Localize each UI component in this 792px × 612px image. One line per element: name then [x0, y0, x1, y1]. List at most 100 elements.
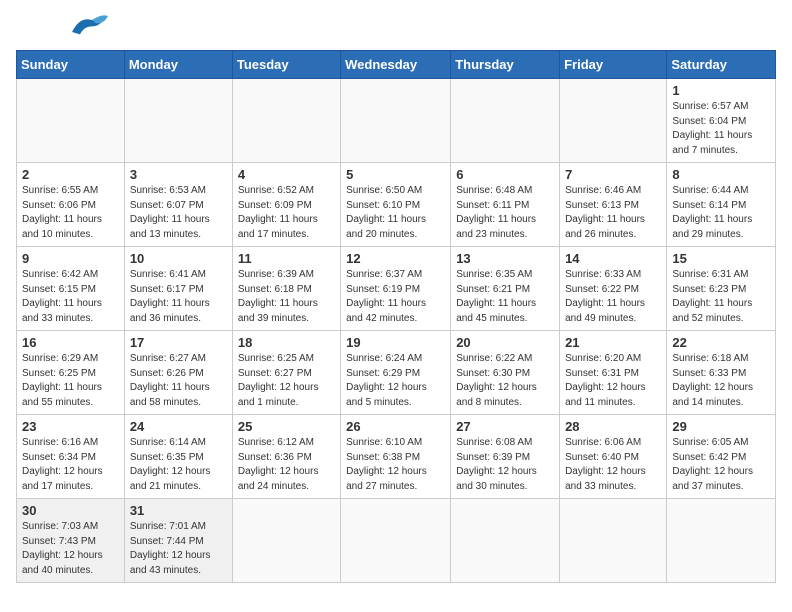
calendar-day-cell: 8 Sunrise: 6:44 AM Sunset: 6:14 PM Daylig…: [667, 163, 776, 247]
day-info: Sunrise: 6:27 AM Sunset: 6:26 PM Dayligh…: [130, 352, 227, 410]
day-number: 15: [672, 251, 770, 266]
calendar-day-cell: 5 Sunrise: 6:50 AM Sunset: 6:10 PM Daylig…: [341, 163, 451, 247]
day-number: 27: [456, 419, 554, 434]
calendar-day-cell: [451, 499, 560, 583]
calendar-day-cell: 17 Sunrise: 6:27 AM Sunset: 6:26 PM Dayli…: [124, 331, 232, 415]
calendar-day-cell: [667, 499, 776, 583]
calendar-day-cell: 13 Sunrise: 6:35 AM Sunset: 6:21 PM Dayli…: [451, 247, 560, 331]
day-number: 11: [238, 251, 335, 266]
day-info: Sunrise: 6:44 AM Sunset: 6:14 PM Dayligh…: [672, 184, 770, 242]
day-info: Sunrise: 6:05 AM Sunset: 6:42 PM Dayligh…: [672, 436, 770, 494]
day-number: 1: [672, 83, 770, 98]
calendar-table: SundayMondayTuesdayWednesdayThursdayFrid…: [16, 50, 776, 583]
day-info: Sunrise: 6:35 AM Sunset: 6:21 PM Dayligh…: [456, 268, 554, 326]
day-info: Sunrise: 6:50 AM Sunset: 6:10 PM Dayligh…: [346, 184, 445, 242]
day-number: 7: [565, 167, 661, 182]
weekday-header-sunday: Sunday: [17, 51, 125, 79]
calendar-day-cell: 27Sunrise: 6:08 AM Sunset: 6:39 PM Dayli…: [451, 415, 560, 499]
day-number: 30: [22, 503, 119, 518]
day-info: Sunrise: 6:37 AM Sunset: 6:19 PM Dayligh…: [346, 268, 445, 326]
calendar-day-cell: 1Sunrise: 6:57 AM Sunset: 6:04 PM Daylig…: [667, 79, 776, 163]
day-info: Sunrise: 6:31 AM Sunset: 6:23 PM Dayligh…: [672, 268, 770, 326]
calendar-day-cell: 9Sunrise: 6:42 AM Sunset: 6:15 PM Daylig…: [17, 247, 125, 331]
day-number: 16: [22, 335, 119, 350]
calendar-day-cell: 11 Sunrise: 6:39 AM Sunset: 6:18 PM Dayli…: [232, 247, 340, 331]
logo: [16, 16, 108, 40]
calendar-week-row: 1Sunrise: 6:57 AM Sunset: 6:04 PM Daylig…: [17, 79, 776, 163]
weekday-header-friday: Friday: [560, 51, 667, 79]
calendar-day-cell: [560, 79, 667, 163]
day-info: Sunrise: 6:24 AM Sunset: 6:29 PM Dayligh…: [346, 352, 445, 410]
day-number: 17: [130, 335, 227, 350]
calendar-day-cell: 28 Sunrise: 6:06 AM Sunset: 6:40 PM Dayli…: [560, 415, 667, 499]
page-header: [16, 16, 776, 40]
day-info: Sunrise: 6:25 AM Sunset: 6:27 PM Dayligh…: [238, 352, 335, 410]
calendar-day-cell: 3Sunrise: 6:53 AM Sunset: 6:07 PM Daylig…: [124, 163, 232, 247]
calendar-day-cell: 18 Sunrise: 6:25 AM Sunset: 6:27 PM Dayli…: [232, 331, 340, 415]
calendar-header-row: SundayMondayTuesdayWednesdayThursdayFrid…: [17, 51, 776, 79]
day-number: 29: [672, 419, 770, 434]
calendar-day-cell: 23 Sunrise: 6:16 AM Sunset: 6:34 PM Dayli…: [17, 415, 125, 499]
day-number: 6: [456, 167, 554, 182]
day-info: Sunrise: 6:22 AM Sunset: 6:30 PM Dayligh…: [456, 352, 554, 410]
day-info: Sunrise: 6:42 AM Sunset: 6:15 PM Dayligh…: [22, 268, 119, 326]
weekday-header-wednesday: Wednesday: [341, 51, 451, 79]
day-number: 8: [672, 167, 770, 182]
calendar-day-cell: 16 Sunrise: 6:29 AM Sunset: 6:25 PM Dayli…: [17, 331, 125, 415]
calendar-day-cell: 24Sunrise: 6:14 AM Sunset: 6:35 PM Dayli…: [124, 415, 232, 499]
weekday-header-tuesday: Tuesday: [232, 51, 340, 79]
day-info: Sunrise: 6:06 AM Sunset: 6:40 PM Dayligh…: [565, 436, 661, 494]
day-info: Sunrise: 7:03 AM Sunset: 7:43 PM Dayligh…: [22, 520, 119, 578]
day-number: 5: [346, 167, 445, 182]
day-info: Sunrise: 6:39 AM Sunset: 6:18 PM Dayligh…: [238, 268, 335, 326]
day-number: 19: [346, 335, 445, 350]
weekday-header-thursday: Thursday: [451, 51, 560, 79]
day-info: Sunrise: 6:20 AM Sunset: 6:31 PM Dayligh…: [565, 352, 661, 410]
day-number: 13: [456, 251, 554, 266]
calendar-day-cell: [17, 79, 125, 163]
day-info: Sunrise: 6:33 AM Sunset: 6:22 PM Dayligh…: [565, 268, 661, 326]
day-number: 14: [565, 251, 661, 266]
calendar-day-cell: [451, 79, 560, 163]
day-number: 22: [672, 335, 770, 350]
day-info: Sunrise: 6:29 AM Sunset: 6:25 PM Dayligh…: [22, 352, 119, 410]
day-info: Sunrise: 6:55 AM Sunset: 6:06 PM Dayligh…: [22, 184, 119, 242]
calendar-day-cell: 30 Sunrise: 7:03 AM Sunset: 7:43 PM Dayli…: [17, 499, 125, 583]
calendar-day-cell: 15 Sunrise: 6:31 AM Sunset: 6:23 PM Dayli…: [667, 247, 776, 331]
day-info: Sunrise: 6:12 AM Sunset: 6:36 PM Dayligh…: [238, 436, 335, 494]
calendar-day-cell: [232, 79, 340, 163]
calendar-day-cell: 20Sunrise: 6:22 AM Sunset: 6:30 PM Dayli…: [451, 331, 560, 415]
day-info: Sunrise: 6:16 AM Sunset: 6:34 PM Dayligh…: [22, 436, 119, 494]
calendar-day-cell: 10Sunrise: 6:41 AM Sunset: 6:17 PM Dayli…: [124, 247, 232, 331]
day-number: 10: [130, 251, 227, 266]
day-info: Sunrise: 6:14 AM Sunset: 6:35 PM Dayligh…: [130, 436, 227, 494]
day-number: 18: [238, 335, 335, 350]
logo-bird-icon: [68, 12, 108, 40]
day-info: Sunrise: 6:53 AM Sunset: 6:07 PM Dayligh…: [130, 184, 227, 242]
day-number: 21: [565, 335, 661, 350]
day-number: 4: [238, 167, 335, 182]
calendar-day-cell: 26Sunrise: 6:10 AM Sunset: 6:38 PM Dayli…: [341, 415, 451, 499]
weekday-header-saturday: Saturday: [667, 51, 776, 79]
calendar-day-cell: [232, 499, 340, 583]
calendar-day-cell: 31 Sunrise: 7:01 AM Sunset: 7:44 PM Dayli…: [124, 499, 232, 583]
day-number: 2: [22, 167, 119, 182]
calendar-week-row: 9Sunrise: 6:42 AM Sunset: 6:15 PM Daylig…: [17, 247, 776, 331]
calendar-day-cell: 4 Sunrise: 6:52 AM Sunset: 6:09 PM Daylig…: [232, 163, 340, 247]
calendar-week-row: 2 Sunrise: 6:55 AM Sunset: 6:06 PM Daylig…: [17, 163, 776, 247]
calendar-day-cell: 29 Sunrise: 6:05 AM Sunset: 6:42 PM Dayli…: [667, 415, 776, 499]
calendar-day-cell: 19 Sunrise: 6:24 AM Sunset: 6:29 PM Dayli…: [341, 331, 451, 415]
day-info: Sunrise: 7:01 AM Sunset: 7:44 PM Dayligh…: [130, 520, 227, 578]
day-info: Sunrise: 6:46 AM Sunset: 6:13 PM Dayligh…: [565, 184, 661, 242]
day-info: Sunrise: 6:18 AM Sunset: 6:33 PM Dayligh…: [672, 352, 770, 410]
day-number: 31: [130, 503, 227, 518]
calendar-day-cell: 6Sunrise: 6:48 AM Sunset: 6:11 PM Daylig…: [451, 163, 560, 247]
day-number: 12: [346, 251, 445, 266]
day-info: Sunrise: 6:52 AM Sunset: 6:09 PM Dayligh…: [238, 184, 335, 242]
day-number: 25: [238, 419, 335, 434]
day-number: 28: [565, 419, 661, 434]
calendar-week-row: 16 Sunrise: 6:29 AM Sunset: 6:25 PM Dayli…: [17, 331, 776, 415]
calendar-day-cell: 25 Sunrise: 6:12 AM Sunset: 6:36 PM Dayli…: [232, 415, 340, 499]
calendar-day-cell: 7 Sunrise: 6:46 AM Sunset: 6:13 PM Daylig…: [560, 163, 667, 247]
day-number: 23: [22, 419, 119, 434]
